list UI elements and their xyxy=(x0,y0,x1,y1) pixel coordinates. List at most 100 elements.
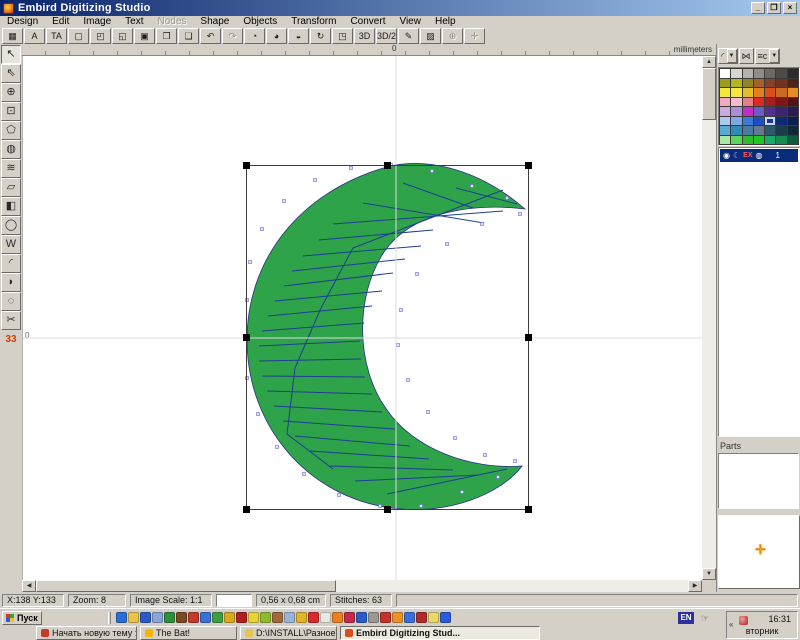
color-swatch[interactable] xyxy=(731,117,741,126)
zoom-in-tool[interactable]: ⊕ xyxy=(1,83,21,102)
curve-style-dropdown[interactable]: ◜ ▼ xyxy=(718,48,738,64)
color-swatch[interactable] xyxy=(720,117,730,126)
new-design-button[interactable]: ▢ xyxy=(68,28,89,44)
task-button[interactable]: D:\INSTALL\Разное\Embird xyxy=(240,626,337,640)
color-swatch[interactable] xyxy=(776,88,786,97)
shape[interactable]: Shape xyxy=(193,16,236,27)
tray-hand-icon[interactable]: ☞ xyxy=(698,612,712,624)
color-swatch[interactable] xyxy=(776,136,786,145)
tools-icon[interactable] xyxy=(272,612,283,623)
excel-icon[interactable] xyxy=(164,612,175,623)
color-swatch[interactable] xyxy=(720,98,730,107)
open-design-button[interactable]: ◰ xyxy=(90,28,111,44)
paste-button[interactable]: ❏ xyxy=(178,28,199,44)
close-button[interactable]: × xyxy=(783,2,797,14)
color-swatch[interactable] xyxy=(754,88,764,97)
library-icon[interactable] xyxy=(176,612,187,623)
color-swatch[interactable] xyxy=(788,98,798,107)
color-swatch[interactable] xyxy=(788,69,798,78)
blue-lines-icon[interactable] xyxy=(404,612,415,623)
quick-launch-divider[interactable] xyxy=(108,612,111,624)
restore-button[interactable]: ❐ xyxy=(767,2,781,14)
window-icon[interactable] xyxy=(356,612,367,623)
scroll-right-button[interactable]: ▶ xyxy=(688,580,702,592)
selection-handle[interactable] xyxy=(243,162,250,169)
edit[interactable]: Edit xyxy=(45,16,76,27)
media-icon[interactable] xyxy=(344,612,355,623)
pear-icon[interactable] xyxy=(260,612,271,623)
orange-folder-icon[interactable] xyxy=(392,612,403,623)
selection-handle[interactable] xyxy=(525,162,532,169)
help[interactable]: Help xyxy=(428,16,463,27)
color-swatch[interactable] xyxy=(731,126,741,135)
visibility-eye-icon[interactable]: ◉ xyxy=(723,151,730,160)
color-swatch[interactable] xyxy=(788,117,798,126)
color-swatch[interactable] xyxy=(743,98,753,107)
cut-tool[interactable]: ✂ xyxy=(1,311,21,330)
red-book-icon[interactable] xyxy=(236,612,247,623)
stitch-type-dropdown[interactable]: ≡c ▼ xyxy=(755,48,781,64)
color-swatch[interactable] xyxy=(743,107,753,116)
color-swatch[interactable] xyxy=(731,98,741,107)
task-button[interactable]: Начать новую тему :: B... xyxy=(36,626,137,640)
merge-design-button[interactable]: ◱ xyxy=(112,28,133,44)
horizontal-scroll-thumb[interactable] xyxy=(36,580,336,592)
vertical-scrollbar[interactable]: ▲ ▼ xyxy=(702,56,716,580)
shape-mode-tool[interactable]: ◯ xyxy=(1,216,21,235)
red-b-icon[interactable] xyxy=(380,612,391,623)
color-swatch[interactable] xyxy=(743,69,753,78)
object-list-selected-row[interactable]: ◉ ☾ EX ◍ 1 xyxy=(720,149,798,162)
globe-icon[interactable] xyxy=(200,612,211,623)
image[interactable]: Image xyxy=(76,16,118,27)
pencil-icon[interactable] xyxy=(296,612,307,623)
fill-hole-mode-tool[interactable]: ◍ xyxy=(1,140,21,159)
bat-mail-icon[interactable] xyxy=(224,612,235,623)
selection-handle[interactable] xyxy=(525,506,532,513)
convert[interactable]: Convert xyxy=(343,16,392,27)
transform[interactable]: Transform xyxy=(284,16,343,27)
column-mode-tool[interactable]: ◧ xyxy=(1,197,21,216)
zoom-1-1-tool[interactable]: ⊡ xyxy=(1,102,21,121)
color-swatch[interactable] xyxy=(754,136,764,145)
scroll-up-button[interactable]: ▲ xyxy=(702,56,716,68)
color-swatch[interactable] xyxy=(720,69,730,78)
selection-handle[interactable] xyxy=(243,334,250,341)
color-swatch[interactable] xyxy=(754,79,764,88)
start-button[interactable]: Пуск xyxy=(2,611,42,625)
add-stitch-button[interactable]: ⊕ xyxy=(442,28,463,44)
chevron-down-icon[interactable]: ▼ xyxy=(769,49,779,63)
text-transform-button[interactable]: TA xyxy=(46,28,67,44)
color-swatch[interactable] xyxy=(743,126,753,135)
color-swatch[interactable] xyxy=(743,117,753,126)
edit-nodes-tool[interactable]: ⇖ xyxy=(1,64,21,83)
bulb-icon[interactable] xyxy=(248,612,259,623)
minimize-button[interactable]: _ xyxy=(751,2,765,14)
nodes[interactable]: Nodes xyxy=(151,16,194,27)
selection-handle[interactable] xyxy=(384,506,391,513)
selection-handle[interactable] xyxy=(525,334,532,341)
color-swatch[interactable] xyxy=(765,69,775,78)
color-swatch[interactable] xyxy=(765,88,775,97)
color-swatch[interactable] xyxy=(776,107,786,116)
color-swatch[interactable] xyxy=(776,98,786,107)
font-button[interactable]: A xyxy=(24,28,45,44)
scroll-down-button[interactable]: ▼ xyxy=(702,568,716,580)
view-3d-20-button[interactable]: 3D/20 xyxy=(376,28,397,44)
manual-stitch-mode-tool[interactable]: W xyxy=(1,235,21,254)
fill-mode-tool[interactable]: ⬠ xyxy=(1,121,21,140)
scroll-left-button[interactable]: ◀ xyxy=(22,580,36,592)
outline-mode-tool[interactable]: ▱ xyxy=(1,178,21,197)
app-blue-icon[interactable] xyxy=(152,612,163,623)
parameters-gauge-button[interactable]: ◒ xyxy=(288,28,309,44)
color-swatch[interactable] xyxy=(788,126,798,135)
color-swatch[interactable] xyxy=(720,79,730,88)
color-swatch[interactable] xyxy=(731,88,741,97)
page-icon[interactable] xyxy=(428,612,439,623)
view[interactable]: View xyxy=(392,16,428,27)
red-w-icon[interactable] xyxy=(416,612,427,623)
plant-icon[interactable] xyxy=(212,612,223,623)
design-canvas[interactable]: 0 xyxy=(22,56,702,580)
color-swatch[interactable] xyxy=(765,107,775,116)
text[interactable]: Text xyxy=(118,16,150,27)
save-design-button[interactable]: ▣ xyxy=(134,28,155,44)
